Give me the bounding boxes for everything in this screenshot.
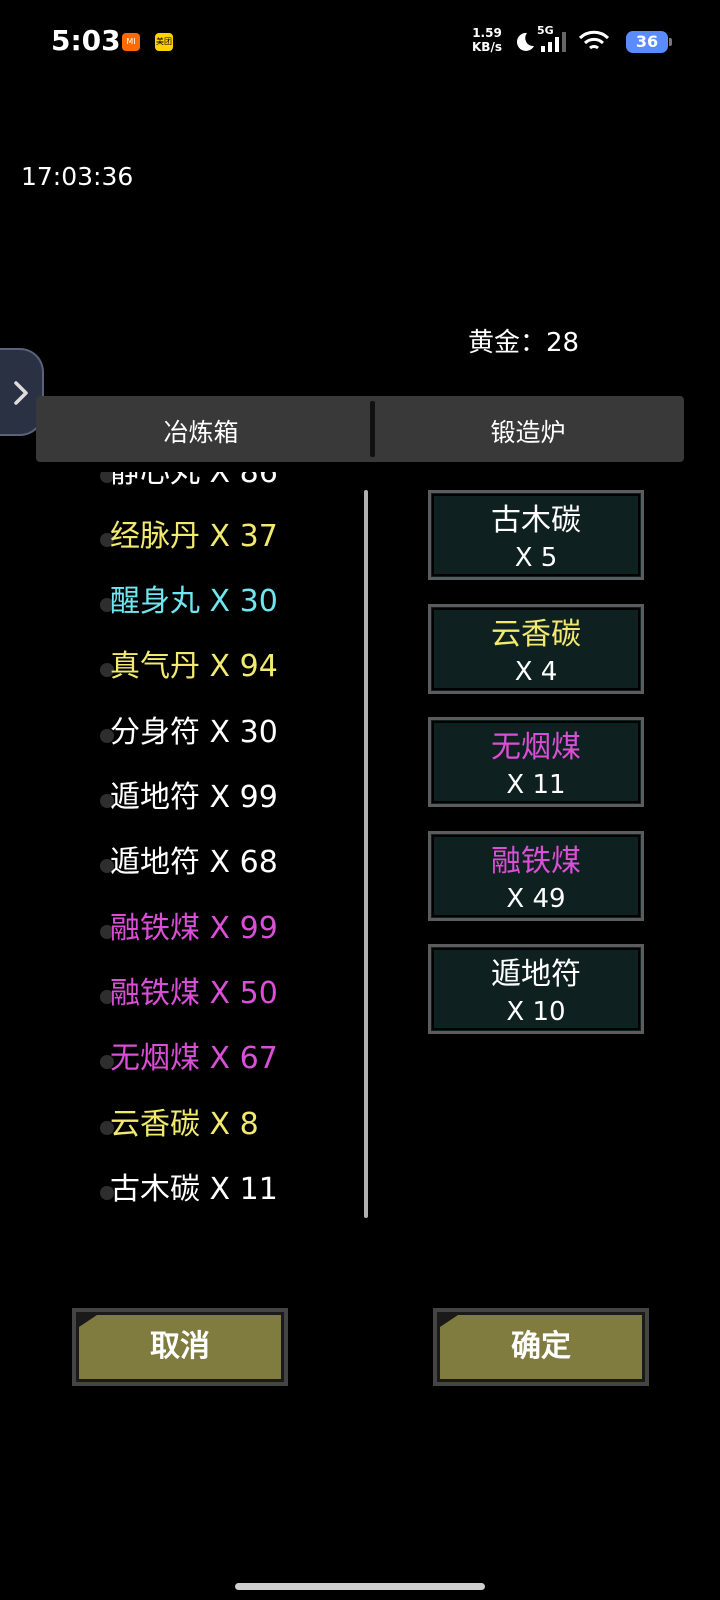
forge-slot-qty: X 11	[506, 770, 566, 800]
forge-slot-name: 遁地符	[491, 957, 581, 992]
moon-icon	[516, 32, 534, 51]
forge-slot-qty: X 49	[506, 884, 566, 914]
forge-slot-name: 古木碳	[491, 503, 581, 538]
wifi-icon	[578, 30, 610, 50]
list-item[interactable]: 融铁煤 X 50	[96, 961, 278, 1027]
tab-smelting-box[interactable]: 冶炼箱	[36, 396, 366, 462]
forge-slot[interactable]: 古木碳 X 5	[428, 490, 644, 580]
net-speed: 1.59 KB/s	[472, 26, 502, 54]
tab-bar: 冶炼箱 锻造炉	[36, 396, 684, 462]
list-item[interactable]: 遁地符 X 68	[96, 830, 278, 896]
list-item[interactable]: 经脉丹 X 37	[96, 504, 278, 570]
forge-slot[interactable]: 云香碳 X 4	[428, 604, 644, 694]
list-item[interactable]: 分身符 X 30	[96, 700, 278, 766]
mi-app-icon: MI	[122, 33, 140, 51]
forge-slot[interactable]: 遁地符 X 10	[428, 944, 644, 1034]
list-scrollbar[interactable]	[364, 490, 368, 1218]
battery-indicator: 36	[626, 31, 672, 53]
gold-counter: 黄金：28	[468, 328, 580, 358]
list-item[interactable]: 醒身丸 X 30	[96, 569, 278, 635]
forge-slot-qty: X 10	[506, 997, 566, 1027]
forge-slot-name: 云香碳	[491, 617, 581, 652]
tab-forge[interactable]: 锻造炉	[372, 396, 684, 462]
net-speed-value: 1.59	[472, 26, 502, 40]
list-item[interactable]: 云香碳 X 8	[96, 1092, 259, 1158]
forge-slot-qty: X 4	[514, 657, 558, 687]
signal-icon	[541, 32, 566, 52]
game-clock: 17:03:36	[21, 162, 134, 191]
list-item[interactable]: 真气丹 X 94	[96, 634, 278, 700]
list-item[interactable]: 无烟煤 X 67	[96, 1026, 278, 1092]
status-time: 5:03	[51, 24, 121, 57]
forge-slot-name: 融铁煤	[491, 844, 581, 879]
list-item[interactable]: 融铁煤 X 99	[96, 896, 278, 962]
forge-slot-name: 无烟煤	[491, 730, 581, 765]
status-bar: 5:03 MI 美团 1.59 KB/s 5G 36	[0, 0, 720, 84]
chevron-right-icon	[14, 381, 28, 405]
list-item[interactable]: 遁地符 X 99	[96, 765, 278, 831]
home-indicator[interactable]	[235, 1583, 485, 1590]
net-speed-unit: KB/s	[472, 40, 502, 54]
list-item[interactable]: 古木碳 X 11	[96, 1157, 278, 1222]
meituan-app-icon: 美团	[155, 33, 173, 51]
list-item[interactable]: 静心丸 X 86	[96, 472, 278, 506]
forge-slot[interactable]: 无烟煤 X 11	[428, 717, 644, 807]
cancel-button[interactable]: 取消	[72, 1308, 288, 1386]
forge-slot[interactable]: 融铁煤 X 49	[428, 831, 644, 921]
confirm-button[interactable]: 确定	[433, 1308, 649, 1386]
inventory-list[interactable]: 静心丸 X 86 经脉丹 X 37 醒身丸 X 30 真气丹 X 94 分身符 …	[96, 472, 356, 1222]
forge-slot-qty: X 5	[514, 543, 558, 573]
